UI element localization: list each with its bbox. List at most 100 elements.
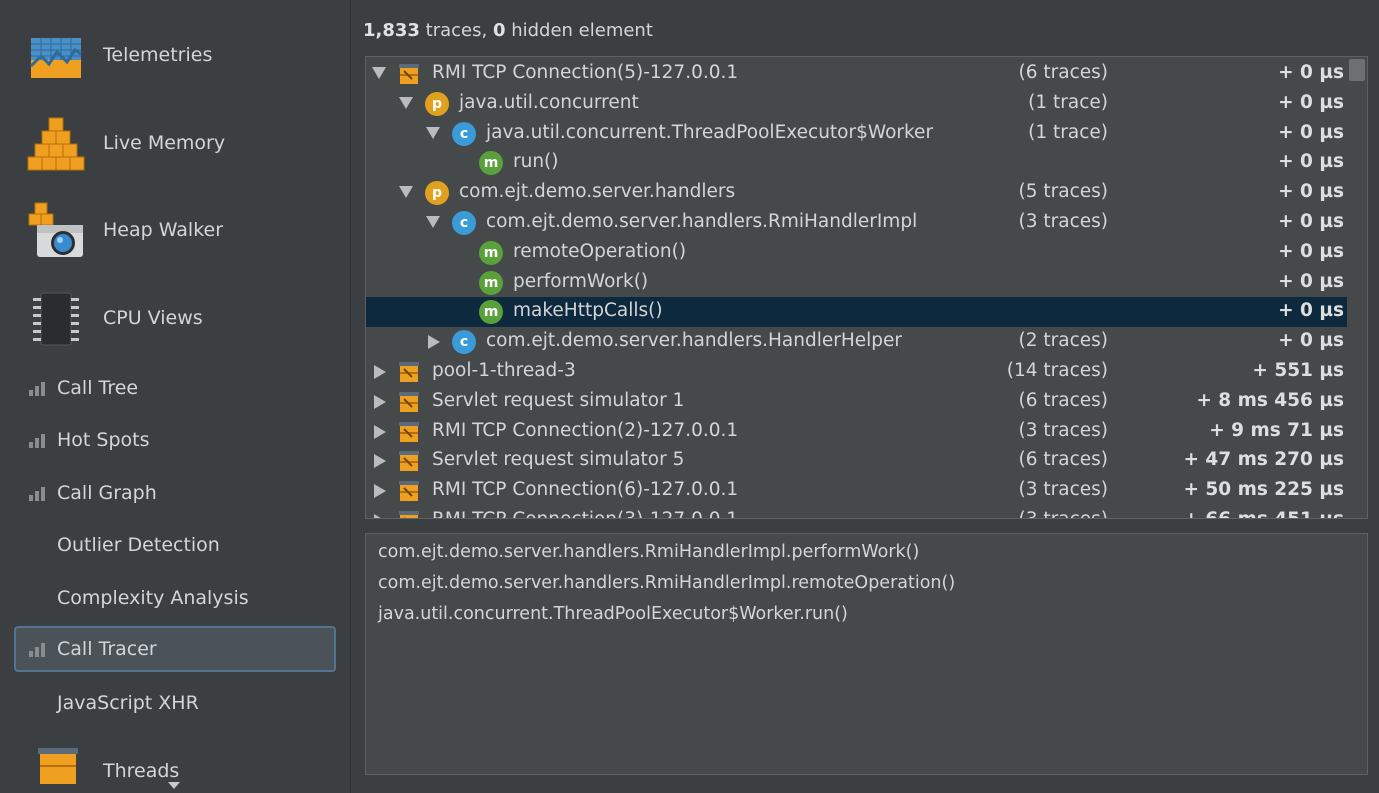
- method-badge-icon-glyph: m: [479, 151, 503, 176]
- sidebar-item-heap-walker[interactable]: Heap Walker: [0, 190, 350, 270]
- tree-row-name: RMI TCP Connection(3)-127.0.0.1: [432, 509, 738, 518]
- package-badge-icon: p: [425, 181, 449, 206]
- expand-arrow-icon[interactable]: [374, 454, 386, 469]
- tree-row-time: + 0 µs: [1278, 211, 1344, 232]
- tree-row[interactable]: m makeHttpCalls() + 0 µs: [366, 297, 1348, 328]
- tree-row-trace-count: (3 traces): [1018, 419, 1108, 441]
- tree-row[interactable]: RMI TCP Connection(5)-127.0.0.1 (6 traces…: [366, 59, 1348, 89]
- tree-row-time: + 47 ms 270 µs: [1183, 449, 1344, 471]
- tree-row-trace-count: (6 traces): [1018, 449, 1108, 471]
- stack-line: com.ejt.demo.server.handlers.RmiHandlerI…: [378, 542, 920, 562]
- main-panel: 1,833 traces, 0 hidden element RMI TCP C…: [352, 0, 1379, 793]
- method-badge-icon: m: [479, 300, 503, 325]
- method-badge-icon: m: [479, 240, 503, 265]
- expand-arrow-icon[interactable]: [374, 394, 386, 409]
- tree-row[interactable]: c com.ejt.demo.server.handlers.HandlerHel…: [366, 327, 1348, 357]
- collapse-arrow-icon[interactable]: [426, 216, 440, 228]
- cpu-chip-icon: [33, 292, 79, 346]
- tree-row[interactable]: RMI TCP Connection(3)-127.0.0.1 (3 traces…: [366, 506, 1348, 518]
- tree-row-trace-count: (6 traces): [1018, 389, 1108, 411]
- collapse-arrow-icon[interactable]: [426, 126, 440, 139]
- tree-row-trace-count: (2 traces): [1018, 330, 1108, 352]
- method-badge-icon-glyph: m: [479, 270, 503, 295]
- heap-walker-camera-icon: [28, 202, 83, 257]
- class-badge-icon: c: [452, 330, 476, 355]
- tree-row[interactable]: m run() + 0 µs: [366, 148, 1348, 178]
- call-trace-tree[interactable]: RMI TCP Connection(5)-127.0.0.1 (6 traces…: [365, 56, 1368, 519]
- tree-row-time: + 0 µs: [1278, 181, 1344, 203]
- sidebar-item-complexity-analysis[interactable]: Complexity Analysis: [14, 575, 336, 621]
- method-badge-icon: m: [479, 270, 503, 295]
- tree-row[interactable]: p com.ejt.demo.server.handlers (5 traces) +…: [366, 178, 1348, 208]
- thread-icon: [398, 420, 422, 444]
- stack-detail-panel: com.ejt.demo.server.handlers.RmiHandlerI…: [365, 533, 1368, 775]
- sidebar-item-call-tree[interactable]: Call Tree: [14, 365, 336, 411]
- sidebar-item-hot-spots[interactable]: Hot Spots: [14, 417, 336, 463]
- stack-line: java.util.concurrent.ThreadPoolExecutor$…: [378, 604, 848, 624]
- thread-icon: [398, 360, 422, 384]
- sidebar-item-label: Outlier Detection: [57, 534, 220, 556]
- tree-row-trace-count: (3 traces): [1018, 211, 1108, 232]
- expand-arrow-icon[interactable]: [428, 335, 440, 350]
- tree-row[interactable]: m remoteOperation() + 0 µs: [366, 238, 1348, 268]
- class-badge-icon-glyph: c: [452, 121, 476, 146]
- sidebar-item-telemetries[interactable]: Telemetries: [0, 15, 350, 95]
- method-badge-icon-glyph: m: [479, 240, 503, 265]
- tree-row-time: + 66 ms 451 µs: [1183, 509, 1344, 518]
- tree-row-time: + 0 µs: [1278, 62, 1344, 83]
- collapse-arrow-icon[interactable]: [399, 96, 413, 109]
- tree-row-trace-count: (6 traces): [1018, 62, 1108, 83]
- tree-row-time: + 0 µs: [1278, 330, 1344, 352]
- tree-row[interactable]: p java.util.concurrent (1 trace) + 0 µs: [366, 89, 1348, 119]
- tree-row[interactable]: Servlet request simulator 1 (6 traces) + 8…: [366, 387, 1348, 417]
- collapse-arrow-icon[interactable]: [372, 67, 386, 79]
- sidebar-item-label: Heap Walker: [103, 219, 224, 241]
- expand-arrow-icon[interactable]: [374, 424, 386, 439]
- thread-icon: [398, 479, 422, 503]
- view-bars-icon: [29, 643, 45, 657]
- view-bars-icon: [29, 487, 45, 501]
- sidebar-item-label: Call Graph: [57, 482, 157, 504]
- sidebar-item-cpu-views[interactable]: CPU Views: [0, 278, 350, 358]
- expand-arrow-icon[interactable]: [374, 365, 386, 379]
- tree-row[interactable]: Servlet request simulator 5 (6 traces) + 4…: [366, 446, 1348, 476]
- tree-row-time: + 50 ms 225 µs: [1183, 479, 1344, 501]
- collapse-arrow-icon[interactable]: [399, 186, 413, 199]
- tree-row[interactable]: RMI TCP Connection(6)-127.0.0.1 (3 traces…: [366, 476, 1348, 506]
- tree-row-time: + 0 µs: [1278, 121, 1344, 143]
- tree-row-name: makeHttpCalls(): [513, 300, 663, 322]
- sidebar-item-call-tracer[interactable]: Call Tracer: [14, 626, 336, 672]
- sidebar: Telemetries Live Memory Heap Walker CPU …: [0, 0, 351, 793]
- tree-row[interactable]: pool-1-thread-3 (14 traces) + 551 µs: [366, 357, 1348, 387]
- tree-scroll-thumb[interactable]: [1349, 59, 1365, 81]
- sidebar-item-label: Telemetries: [103, 44, 213, 66]
- sidebar-item-live-memory[interactable]: Live Memory: [0, 103, 350, 183]
- sidebar-item-javascript-xhr[interactable]: JavaScript XHR: [14, 680, 336, 726]
- tree-row[interactable]: m performWork() + 0 µs: [366, 268, 1348, 298]
- sidebar-item-label: JavaScript XHR: [57, 692, 199, 714]
- sidebar-scroll-down-icon[interactable]: [168, 782, 180, 789]
- sidebar-item-label: CPU Views: [103, 307, 203, 329]
- tree-row[interactable]: c com.ejt.demo.server.handlers.RmiHandler…: [366, 208, 1348, 238]
- sidebar-item-outlier-detection[interactable]: Outlier Detection: [14, 522, 336, 568]
- tree-row-name: RMI TCP Connection(6)-127.0.0.1: [432, 479, 739, 501]
- package-badge-icon: p: [425, 91, 449, 116]
- tree-row-trace-count: (14 traces): [1006, 360, 1108, 381]
- class-badge-icon: c: [452, 121, 476, 146]
- traces-word: traces,: [419, 20, 493, 41]
- tree-row[interactable]: RMI TCP Connection(2)-127.0.0.1 (3 traces…: [366, 417, 1348, 447]
- sidebar-item-label: Hot Spots: [57, 429, 150, 451]
- expand-arrow-icon[interactable]: [374, 514, 386, 518]
- sidebar-item-label: Call Tracer: [57, 638, 157, 660]
- trace-count: 1,833: [363, 20, 420, 41]
- thread-icon: [398, 390, 422, 414]
- tree-row[interactable]: c java.util.concurrent.ThreadPoolExecutor…: [366, 119, 1348, 149]
- tree-scrollbar[interactable]: [1347, 57, 1367, 518]
- trace-summary: 1,833 traces, 0 hidden element: [363, 20, 653, 41]
- sidebar-item-call-graph[interactable]: Call Graph: [14, 470, 336, 516]
- hidden-word: hidden element: [505, 20, 653, 41]
- method-badge-icon: m: [479, 151, 503, 176]
- threads-icon: [38, 748, 78, 784]
- expand-arrow-icon[interactable]: [374, 484, 386, 499]
- class-badge-icon-glyph: c: [452, 211, 476, 235]
